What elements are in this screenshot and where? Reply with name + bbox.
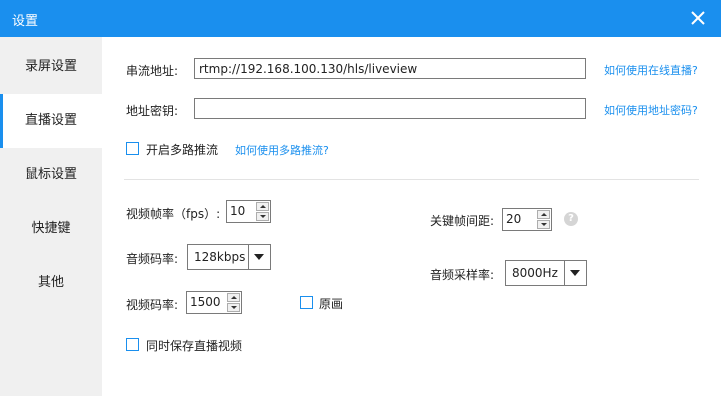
close-icon[interactable] [689, 9, 707, 27]
stream-key-input[interactable] [194, 98, 586, 119]
keyframe-interval-value: 20 [506, 212, 522, 226]
multi-stream-checkbox[interactable] [126, 142, 139, 155]
settings-panel: 串流地址: 如何使用在线直播? 地址密钥: 如何使用地址密码? 开启多路推流 如… [102, 37, 721, 396]
save-live-video-label: 同时保存直播视频 [146, 339, 243, 353]
fps-decrement-button[interactable] [256, 212, 269, 221]
audio-sample-rate-label: 音频采样率: [430, 268, 495, 282]
audio-sample-rate-select[interactable]: 8000Hz [505, 260, 587, 286]
sidebar-item-hotkeys[interactable]: 快捷键 [0, 202, 102, 256]
video-bitrate-spinbox[interactable]: 1500 [186, 291, 242, 314]
fps-increment-button[interactable] [256, 202, 269, 211]
keyframe-interval-spinbox[interactable]: 20 [502, 208, 552, 231]
stream-url-input[interactable] [194, 58, 586, 79]
sidebar-item-live[interactable]: 直播设置 [0, 94, 102, 148]
video-bitrate-label: 视频码率: [126, 298, 179, 312]
fps-value: 10 [230, 204, 246, 218]
stream-key-label: 地址密钥: [126, 104, 179, 118]
multi-stream-help-link[interactable]: 如何使用多路推流? [235, 142, 329, 158]
multi-stream-label: 开启多路推流 [146, 143, 219, 157]
sidebar-item-other[interactable]: 其他 [0, 256, 102, 310]
keyframe-decrement-button[interactable] [537, 220, 550, 229]
chevron-down-icon [564, 261, 586, 285]
chevron-down-icon [248, 245, 270, 269]
sidebar: 录屏设置 直播设置 鼠标设置 快捷键 其他 [0, 37, 102, 396]
keyframe-interval-label: 关键帧间距: [430, 214, 495, 228]
video-bitrate-decrement-button[interactable] [227, 303, 240, 312]
stream-key-help-link[interactable]: 如何使用地址密码? [604, 102, 698, 118]
audio-bitrate-select[interactable]: 128kbps [187, 244, 271, 270]
fps-spinbox[interactable]: 10 [226, 200, 271, 223]
audio-sample-rate-value: 8000Hz [512, 266, 558, 280]
fps-label: 视频帧率（fps）: [126, 207, 221, 221]
stream-url-help-link[interactable]: 如何使用在线直播? [604, 62, 698, 78]
sidebar-item-recording[interactable]: 录屏设置 [0, 40, 102, 94]
video-bitrate-increment-button[interactable] [227, 293, 240, 302]
window-title: 设置 [12, 14, 39, 29]
title-bar: 设置 [0, 0, 721, 37]
sidebar-item-mouse[interactable]: 鼠标设置 [0, 148, 102, 202]
keyframe-increment-button[interactable] [537, 210, 550, 219]
save-live-video-checkbox[interactable] [126, 338, 139, 351]
audio-bitrate-label: 音频码率: [126, 252, 179, 266]
section-divider [124, 179, 699, 180]
original-quality-label: 原画 [319, 297, 344, 311]
video-bitrate-value: 1500 [190, 295, 221, 309]
stream-url-label: 串流地址: [126, 64, 179, 78]
audio-bitrate-value: 128kbps [194, 250, 246, 264]
help-icon[interactable]: ? [564, 212, 578, 226]
original-quality-checkbox[interactable] [300, 296, 313, 309]
